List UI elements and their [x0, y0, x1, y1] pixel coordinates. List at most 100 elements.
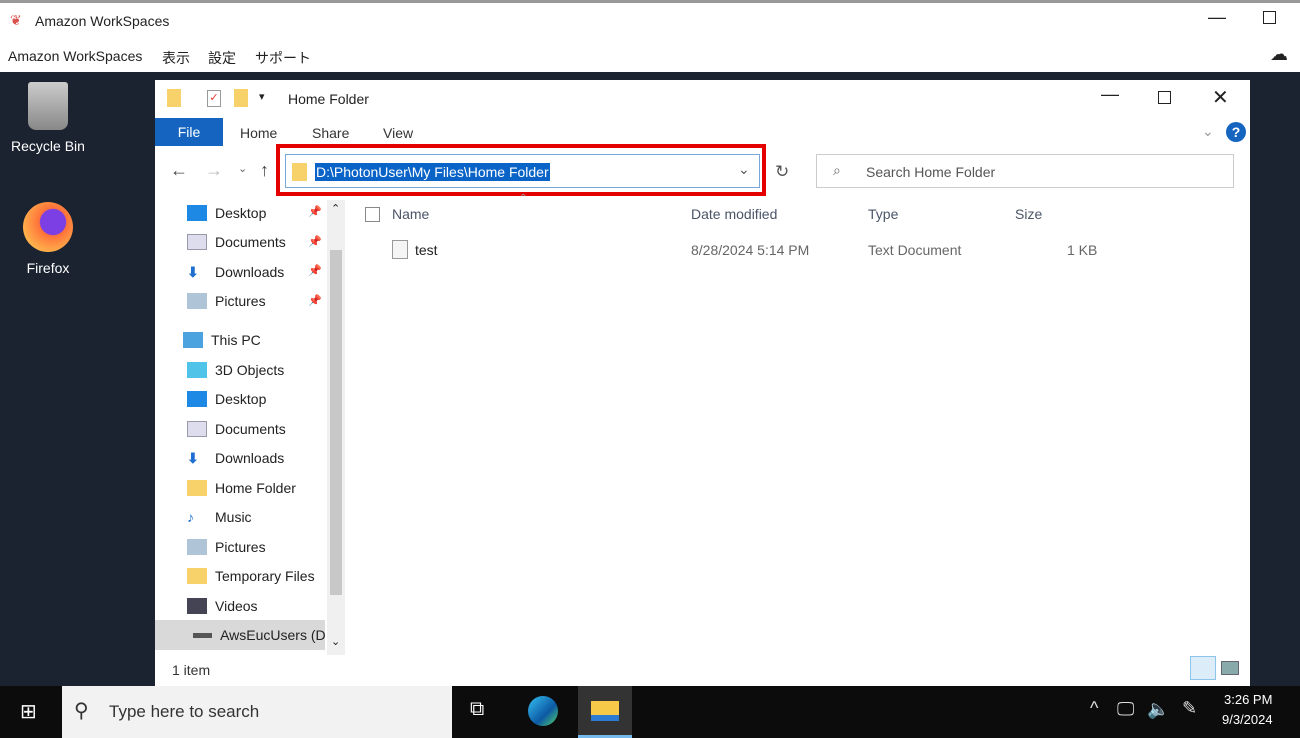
volume-icon[interactable]: 🔈: [1147, 699, 1169, 720]
nav-item-music[interactable]: ♪ Music: [187, 509, 252, 525]
quick-access-toolbar-dropdown[interactable]: ▾: [259, 90, 265, 103]
network-status-icon[interactable]: ☁: [1270, 44, 1288, 65]
downloads-icon: ⬇: [187, 264, 199, 280]
folder-icon: [292, 163, 307, 181]
address-bar[interactable]: D:\PhotonUser\My Files\Home Folder ⌄: [285, 154, 760, 188]
refresh-button[interactable]: ↻: [775, 162, 789, 182]
nav-item-documents-pc[interactable]: Documents: [187, 421, 286, 437]
scroll-up-arrow[interactable]: ⌃: [331, 202, 340, 215]
pin-icon: 📌: [308, 295, 322, 307]
address-dropdown[interactable]: ⌄: [738, 161, 750, 178]
new-folder-icon[interactable]: [234, 89, 248, 107]
nav-item-pictures[interactable]: Pictures: [187, 293, 266, 309]
drive-icon: [193, 632, 213, 638]
nav-label: Downloads: [215, 450, 285, 466]
workspaces-logo-icon: ❦: [10, 12, 22, 28]
nav-item-downloads[interactable]: ⬇ Downloads: [187, 264, 284, 280]
nav-item-this-pc[interactable]: This PC: [183, 332, 261, 348]
scrollbar-thumb[interactable]: [330, 250, 342, 595]
nav-item-desktop-pc[interactable]: Desktop: [187, 391, 266, 407]
search-box[interactable]: ⌕ Search Home Folder: [816, 154, 1234, 188]
nav-item-videos[interactable]: Videos: [187, 598, 258, 614]
nav-item-home-folder[interactable]: Home Folder: [187, 480, 296, 496]
menu-view[interactable]: 表示: [162, 48, 190, 68]
back-button[interactable]: ←: [170, 160, 188, 181]
nav-scrollbar[interactable]: ⌃ ⌄: [327, 200, 345, 655]
nav-item-temporary-files[interactable]: Temporary Files: [187, 568, 315, 584]
clock-time[interactable]: 3:26 PM: [1224, 692, 1272, 707]
column-header-name[interactable]: Name: [392, 206, 429, 222]
network-icon[interactable]: 🖵: [1117, 699, 1134, 720]
maximize-button[interactable]: [1263, 11, 1276, 24]
nav-item-3d-objects[interactable]: 3D Objects: [187, 362, 284, 378]
address-path[interactable]: D:\PhotonUser\My Files\Home Folder: [315, 163, 550, 181]
file-explorer-window: ✓ ▾ Home Folder — ✕ File Home Share View…: [155, 80, 1250, 686]
search-icon: ⚲: [74, 700, 89, 722]
pin-icon: 📌: [308, 206, 322, 218]
desktop-icon-firefox[interactable]: Firefox: [3, 202, 93, 276]
menu-workspaces[interactable]: Amazon WorkSpaces: [8, 48, 142, 64]
tab-share[interactable]: Share: [312, 125, 349, 141]
nav-item-documents[interactable]: Documents: [187, 234, 286, 250]
minimize-button[interactable]: —: [1208, 7, 1226, 28]
desktop-icon-recycle-bin[interactable]: Recycle Bin: [3, 82, 93, 154]
desktop-icon-label: Recycle Bin: [11, 138, 85, 154]
nav-item-desktop[interactable]: Desktop: [187, 205, 266, 221]
column-header-type[interactable]: Type: [868, 206, 898, 222]
nav-label: Videos: [215, 598, 258, 614]
show-hidden-icons[interactable]: ^: [1090, 698, 1098, 719]
tab-view[interactable]: View: [383, 125, 413, 141]
app-title: Amazon WorkSpaces: [35, 13, 170, 29]
edge-icon[interactable]: [528, 696, 558, 726]
details-view-button[interactable]: [1190, 656, 1216, 680]
folder-icon: [187, 480, 207, 496]
menu-settings[interactable]: 設定: [208, 48, 236, 68]
nav-label: Desktop: [215, 391, 267, 407]
pictures-icon: [187, 539, 207, 555]
text-file-icon: [392, 240, 408, 259]
minimize-button[interactable]: —: [1101, 84, 1119, 105]
nav-label: Pictures: [215, 293, 266, 309]
videos-icon: [187, 598, 207, 614]
file-explorer-icon: [591, 701, 619, 721]
pen-icon[interactable]: ✎: [1182, 698, 1197, 719]
nav-label: Music: [215, 509, 252, 525]
app-title-bar: ❦ Amazon WorkSpaces —: [0, 0, 1300, 40]
taskbar-search-placeholder: Type here to search: [109, 702, 260, 721]
large-icons-view-button[interactable]: [1221, 661, 1239, 675]
forward-button[interactable]: →: [205, 160, 223, 181]
documents-icon: [187, 234, 207, 250]
select-all-checkbox[interactable]: [365, 207, 380, 222]
maximize-button[interactable]: [1158, 91, 1171, 104]
close-button[interactable]: ✕: [1212, 85, 1229, 110]
column-header-date[interactable]: Date modified: [691, 206, 777, 222]
nav-label: 3D Objects: [215, 362, 285, 378]
help-icon[interactable]: ?: [1226, 122, 1246, 142]
music-icon: ♪: [187, 509, 194, 525]
tab-file[interactable]: File: [155, 118, 223, 146]
column-header-size[interactable]: Size: [1015, 206, 1042, 222]
file-row[interactable]: test 8/28/2024 5:14 PM Text Document 1 K…: [355, 238, 1105, 262]
nav-item-downloads-pc[interactable]: ⬇ Downloads: [187, 450, 284, 466]
recent-locations-dropdown[interactable]: ⌄: [238, 162, 247, 175]
expand-ribbon-icon[interactable]: ⌄: [1202, 123, 1214, 140]
scroll-down-arrow[interactable]: ⌄: [331, 635, 340, 648]
downloads-icon: ⬇: [187, 450, 199, 466]
status-item-count: 1 item: [172, 662, 211, 678]
desktop-icon: [187, 391, 207, 407]
clock-date[interactable]: 9/3/2024: [1222, 712, 1273, 727]
task-view-icon[interactable]: ⧉: [470, 698, 484, 721]
pictures-icon: [187, 293, 207, 309]
file-date: 8/28/2024 5:14 PM: [691, 242, 810, 258]
file-explorer-taskbar-button[interactable]: [578, 686, 632, 738]
start-button[interactable]: ⊞: [20, 699, 37, 724]
file-type: Text Document: [868, 242, 962, 258]
properties-icon[interactable]: ✓: [207, 90, 221, 107]
up-button[interactable]: ↑: [260, 160, 269, 181]
menu-support[interactable]: サポート: [255, 48, 311, 68]
taskbar-search-box[interactable]: ⚲ Type here to search: [62, 686, 452, 738]
nav-item-pictures-pc[interactable]: Pictures: [187, 539, 266, 555]
tab-home[interactable]: Home: [240, 125, 277, 141]
pin-icon: 📌: [308, 236, 322, 248]
nav-item-awseucusers-drive[interactable]: AwsEucUsers (D:: [155, 620, 325, 650]
